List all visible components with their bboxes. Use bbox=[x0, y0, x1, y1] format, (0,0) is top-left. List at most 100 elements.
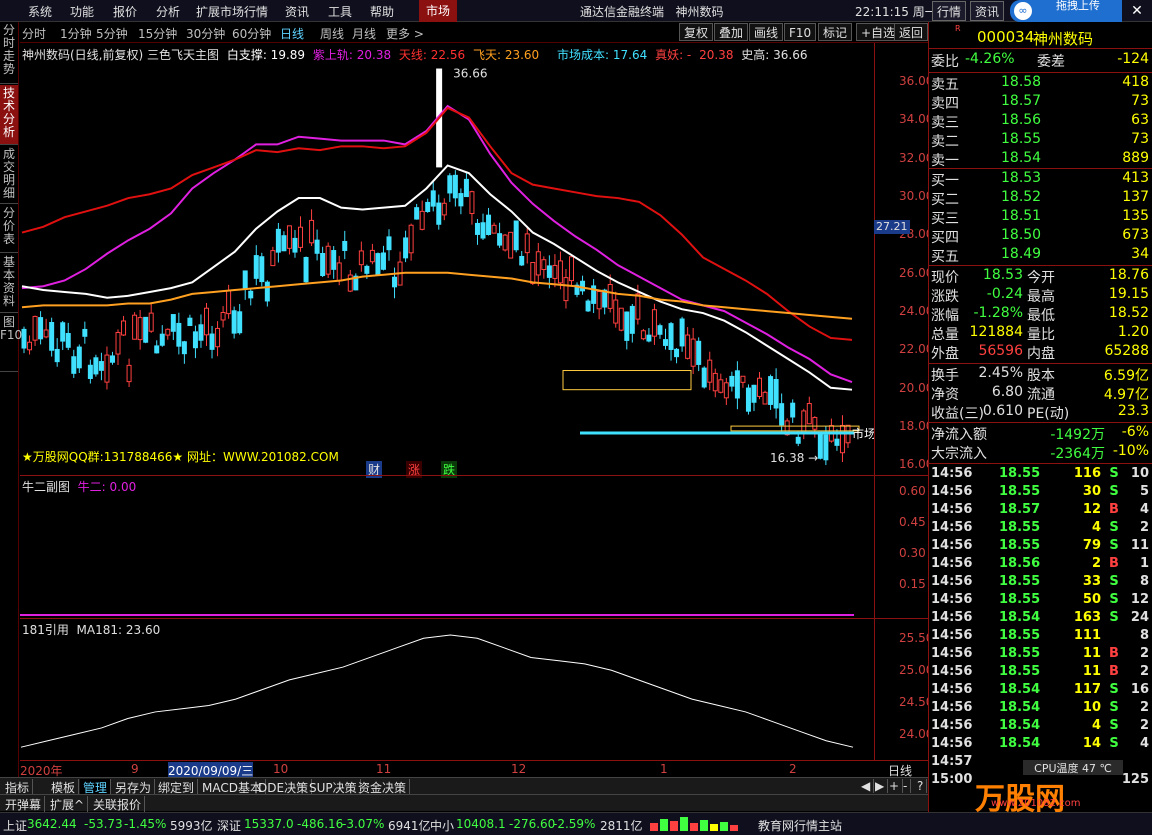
window-title: 通达信金融终端 神州数码 bbox=[580, 3, 723, 20]
chart-button[interactable]: F10 bbox=[784, 23, 817, 41]
tab-quote[interactable]: 行情 bbox=[932, 1, 967, 21]
upload-badge[interactable]: ∞ 拖拽上传 bbox=[1010, 0, 1122, 22]
site-name[interactable]: 教育网行情主站 bbox=[758, 817, 842, 834]
period-9[interactable]: 更多 > bbox=[386, 25, 424, 42]
extra-tabs: 开弹幕 扩展^ 关联报价 bbox=[0, 794, 928, 813]
chart-button[interactable]: 复权 bbox=[679, 23, 714, 41]
tick-price: 18.55 bbox=[999, 592, 1041, 607]
candle-body bbox=[452, 174, 458, 199]
menu-item[interactable]: 分析 bbox=[156, 3, 180, 20]
left-tab[interactable]: 成交明细 bbox=[0, 146, 18, 204]
extra-tab[interactable]: 扩展^ bbox=[47, 796, 89, 813]
candle-body bbox=[65, 333, 71, 348]
left-tab[interactable]: 基本资料 bbox=[0, 254, 18, 313]
menu-item[interactable]: 资讯 bbox=[285, 3, 309, 20]
candle-body bbox=[568, 256, 574, 282]
sub-chart-1[interactable] bbox=[20, 476, 874, 618]
tick-price: 18.56 bbox=[999, 556, 1041, 571]
stat-label: 总量 bbox=[931, 327, 959, 343]
chart-button[interactable]: 标记 bbox=[818, 23, 853, 41]
stat-value: -1.28% bbox=[973, 305, 1023, 321]
candle-body bbox=[519, 255, 525, 266]
left-tab[interactable]: 技术分析 bbox=[0, 85, 18, 145]
menu-item[interactable]: 功能 bbox=[70, 3, 94, 20]
menu-item[interactable]: 帮助 bbox=[370, 3, 394, 20]
menu-item[interactable]: 工具 bbox=[328, 3, 352, 20]
tick-direction: S bbox=[1109, 682, 1119, 697]
candlesticks bbox=[21, 170, 851, 466]
candle-body bbox=[441, 202, 447, 216]
period-5[interactable]: 60分钟 bbox=[232, 25, 271, 42]
left-tab[interactable]: 分时走势 bbox=[0, 22, 18, 84]
tick-price: 18.54 bbox=[999, 682, 1041, 697]
legend-red: 天线: 22.56 bbox=[398, 48, 466, 62]
nav-arrow-icon[interactable]: ? bbox=[914, 779, 928, 793]
stat-value: 19.15 bbox=[1108, 286, 1149, 302]
tick-row: 14:56 18.54 117 S 16 bbox=[929, 682, 1152, 700]
indicator-legend: 神州数码(日线,前复权) 三色飞天主图 白支撑: 19.89 紫上轨: 20.3… bbox=[22, 46, 812, 62]
stat-label: 涨跌 bbox=[931, 289, 959, 305]
left-tab[interactable]: 图F10 bbox=[0, 314, 22, 372]
extra-tab[interactable]: 关联报价 bbox=[90, 796, 146, 813]
candle-body bbox=[690, 338, 696, 367]
tick-direction: S bbox=[1109, 466, 1119, 481]
main-chart[interactable]: 36.66 16.38 → 市场 bbox=[20, 62, 874, 474]
period-7[interactable]: 周线 bbox=[320, 25, 344, 42]
chart-button[interactable]: 画线 bbox=[749, 23, 784, 41]
candle-body bbox=[21, 328, 27, 349]
chart-button[interactable]: 叠加 bbox=[714, 23, 749, 41]
candle-body bbox=[795, 436, 801, 444]
candle-body bbox=[580, 280, 586, 292]
candle-body bbox=[535, 251, 541, 276]
period-1[interactable]: 1分钟 bbox=[60, 25, 92, 42]
candle-body bbox=[198, 324, 204, 341]
legend-title: 神州数码(日线,前复权) 三色飞天主图 bbox=[22, 48, 219, 62]
menu-item[interactable]: 扩展市场行情 bbox=[196, 3, 268, 20]
tick-time: 14:56 bbox=[931, 502, 973, 517]
asks-label: 卖五 bbox=[931, 77, 959, 93]
period-2[interactable]: 5分钟 bbox=[96, 25, 128, 42]
stat-value: 4.97亿 bbox=[1103, 387, 1149, 403]
tick-count: 2 bbox=[1139, 646, 1149, 661]
bids-row: 买四 18.50 673 bbox=[929, 227, 1152, 246]
market-tab[interactable]: 市场 bbox=[419, 0, 457, 22]
asks-volume: 73 bbox=[1131, 93, 1149, 109]
period-8[interactable]: 月线 bbox=[352, 25, 376, 42]
weibi-label: 委比 bbox=[931, 54, 959, 70]
tick-price: 18.55 bbox=[999, 574, 1041, 589]
extra-tab[interactable]: 开弹幕 bbox=[2, 796, 46, 813]
candle-body bbox=[60, 322, 66, 342]
period-6[interactable]: 日线 bbox=[280, 25, 304, 42]
stat-value: 18.53 bbox=[982, 267, 1023, 283]
period-4[interactable]: 30分钟 bbox=[186, 25, 225, 42]
sub-chart-2[interactable] bbox=[20, 619, 874, 760]
tab-news[interactable]: 资讯 bbox=[970, 1, 1005, 21]
tick-count: 4 bbox=[1139, 736, 1149, 751]
weibi-row: 委比 -4.26% 委差 -124 bbox=[929, 51, 1152, 70]
chart-button[interactable]: 返回 bbox=[894, 23, 929, 41]
left-tab[interactable]: 分价表 bbox=[0, 205, 18, 253]
candle-body bbox=[203, 307, 209, 336]
stock-name: 神州数码 bbox=[1033, 30, 1094, 48]
close-icon[interactable]: ✕ bbox=[1128, 3, 1146, 19]
candle-body bbox=[513, 220, 519, 251]
tick-row: 14:56 18.56 2 B 1 bbox=[929, 556, 1152, 574]
asks-label: 卖三 bbox=[931, 115, 959, 131]
menu-item[interactable]: 系统 bbox=[28, 3, 52, 20]
bids-row: 买一 18.53 413 bbox=[929, 170, 1152, 189]
nav-arrow-icon[interactable]: - bbox=[900, 779, 912, 793]
period-0[interactable]: 分时 bbox=[22, 25, 46, 42]
tick-count: 8 bbox=[1139, 574, 1149, 589]
tick-volume: 4 bbox=[1091, 520, 1101, 535]
candle-body bbox=[226, 290, 232, 315]
period-3[interactable]: 15分钟 bbox=[138, 25, 177, 42]
market-breadth-bars bbox=[650, 817, 750, 831]
high-label: 36.66 bbox=[453, 67, 487, 81]
upload-label: 拖拽上传 bbox=[1056, 0, 1100, 12]
candle-body bbox=[347, 274, 353, 292]
bids-label: 买四 bbox=[931, 230, 959, 246]
candle-body bbox=[32, 315, 38, 341]
menu-item[interactable]: 报价 bbox=[113, 3, 137, 20]
indicator-tabs: 指标 模板 管理 另存为 绑定到 MACD基本 DDE决策 SUP决策 资金决策 ◀ ▶ + -? bbox=[0, 777, 928, 796]
candle-body bbox=[729, 375, 735, 387]
